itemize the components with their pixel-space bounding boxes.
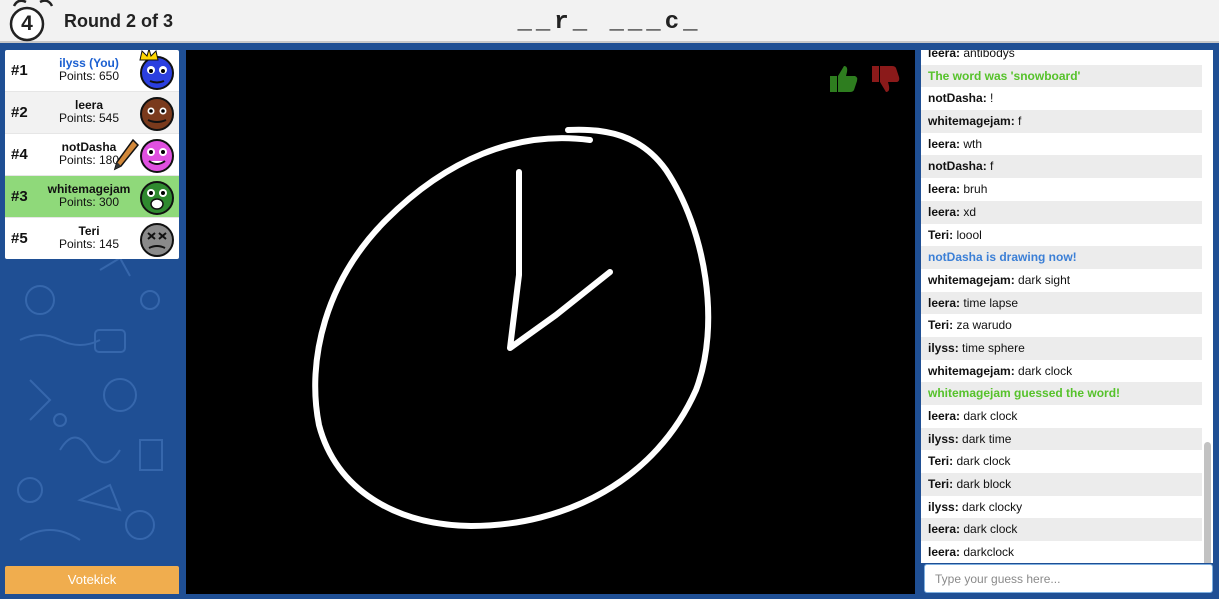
- chat-user: ilyss: [928, 499, 955, 514]
- chat-text: dark sight: [1018, 272, 1071, 287]
- chat-message: ilyss: dark time: [921, 427, 1202, 451]
- chat-message: leera: time lapse: [921, 291, 1202, 315]
- chat-text: za warudo: [956, 318, 1012, 333]
- chat-text: bruh: [963, 182, 988, 197]
- chat-panel: leera: antibodys The word was 'snowboard…: [921, 50, 1213, 563]
- clock-drawing: [312, 126, 712, 529]
- chat-user: leera: [928, 545, 957, 560]
- word-hint: __r_ ___c_: [517, 9, 702, 36]
- chat-system-message: whitemagejam guessed the word!: [921, 382, 1202, 405]
- chat-text: f: [1018, 114, 1022, 129]
- chat-messages: leera: antibodys The word was 'snowboard…: [921, 50, 1202, 563]
- drawing-canvas[interactable]: [186, 50, 915, 594]
- chat-text: f: [990, 159, 994, 174]
- chat-user: Teri: [928, 227, 950, 242]
- crown-icon: [139, 50, 159, 61]
- chat-user: leera: [928, 409, 957, 423]
- chat-user: whitemagejam: [928, 114, 1011, 129]
- chat-message: notDasha: f: [921, 155, 1202, 179]
- chat-message: leera: wth: [928, 136, 983, 151]
- chat-scrollbar[interactable]: [1204, 442, 1211, 563]
- player-points: Points: 545: [58, 111, 120, 125]
- chat-user: ilyss: [928, 340, 955, 355]
- chat-message: leera: darkclock: [928, 545, 1015, 560]
- chat-text: dark clock: [1018, 363, 1073, 378]
- chat-user: Teri: [928, 318, 950, 333]
- player-rank: #3: [11, 188, 28, 205]
- player-row[interactable]: #2 leera Points: 545: [5, 92, 179, 134]
- chat-message: whitemagejam: dark sight: [928, 272, 1071, 287]
- player-row[interactable]: #1 ilyss (You) Points: 650: [5, 50, 179, 92]
- chat-system-message: The word was 'snowboard': [921, 64, 1202, 88]
- chat-user: leera: [928, 295, 957, 310]
- chat-text: dark clock: [963, 522, 1018, 537]
- player-info: Teri Points: 145: [39, 225, 139, 251]
- player-info: whitemagejam Points: 300: [39, 183, 139, 209]
- chat-message: leera: dark clock: [921, 518, 1202, 542]
- chat-text: dark clock: [956, 454, 1011, 469]
- pencil-icon: [113, 138, 139, 171]
- chat-user: leera: [928, 50, 957, 60]
- chat-text: dark time: [962, 431, 1012, 446]
- chat-user: notDasha: [928, 91, 983, 106]
- chat-text: time lapse: [963, 295, 1019, 310]
- chat-message: Teri: loool: [928, 227, 982, 242]
- chat-message: leera: xd: [921, 200, 1202, 224]
- player-info: ilyss (You) Points: 650: [39, 57, 139, 83]
- player-rank: #4: [11, 146, 28, 163]
- chat-text: time sphere: [962, 340, 1025, 355]
- chat-system-message: notDasha is drawing now!: [921, 246, 1202, 269]
- chat-user: Teri: [928, 477, 950, 492]
- top-bar: 4 Round 2 of 3 __r_ ___c_: [0, 0, 1219, 43]
- votekick-button[interactable]: Votekick: [5, 566, 179, 594]
- chat-message: Teri: dark block: [921, 473, 1202, 496]
- player-points: Points: 145: [58, 237, 120, 251]
- chat-text: !: [990, 91, 994, 106]
- chat-message: whitemagejam: dark clock: [928, 363, 1073, 378]
- chat-text: dark clocky: [962, 499, 1023, 514]
- chat-message: ilyss: dark clocky: [928, 499, 1023, 514]
- chat-message: ilyss: time sphere: [921, 336, 1202, 360]
- chat-text: dark clock: [963, 409, 1018, 423]
- chat-message: Teri: dark clock: [928, 454, 1011, 469]
- player-rank: #1: [11, 62, 28, 79]
- chat-text: antibodys: [963, 50, 1015, 60]
- chat-user: whitemagejam: [928, 272, 1011, 287]
- chat-user: whitemagejam: [928, 363, 1011, 378]
- avatar: [140, 223, 174, 257]
- chat-message: Teri: za warudo: [928, 318, 1012, 333]
- chat-text: loool: [956, 227, 982, 242]
- chat-message: notDasha: !: [928, 91, 994, 106]
- chat-user: leera: [928, 136, 957, 151]
- thumbs-up-icon[interactable]: [826, 62, 860, 96]
- player-rank: #2: [11, 104, 28, 121]
- chat-text: xd: [963, 204, 977, 219]
- chat-message: leera: antibodys: [921, 50, 1202, 65]
- chat-user: leera: [928, 204, 957, 219]
- chat-text: darkclock: [963, 545, 1015, 560]
- guess-input[interactable]: [924, 564, 1213, 593]
- player-list: #1 ilyss (You) Points: 650 #2 leera Poin…: [5, 50, 179, 259]
- player-row[interactable]: #5 Teri Points: 145: [5, 218, 179, 259]
- chat-user: leera: [928, 522, 957, 537]
- chat-user: notDasha: [928, 159, 983, 174]
- player-row[interactable]: #3 whitemagejam Points: 300: [5, 176, 179, 218]
- player-points: Points: 300: [58, 195, 120, 209]
- chat-user: Teri: [928, 454, 950, 469]
- thumbs-down-icon[interactable]: [868, 62, 902, 96]
- player-row[interactable]: #4 notDasha Points: 180: [5, 134, 179, 176]
- avatar: [140, 139, 174, 173]
- chat-message: leera: bruh: [928, 182, 988, 197]
- chat-text: wth: [963, 136, 983, 151]
- chat-user: leera: [928, 182, 957, 197]
- avatar: [140, 97, 174, 131]
- chat-message: whitemagejam: f: [921, 110, 1202, 133]
- avatar: [140, 181, 174, 215]
- player-info: leera Points: 545: [39, 99, 139, 125]
- chat-message: leera: dark clock: [928, 409, 1018, 423]
- player-rank: #5: [11, 230, 28, 247]
- chat-text: dark block: [956, 477, 1012, 492]
- player-points: Points: 650: [58, 69, 120, 83]
- chat-user: ilyss: [928, 431, 955, 446]
